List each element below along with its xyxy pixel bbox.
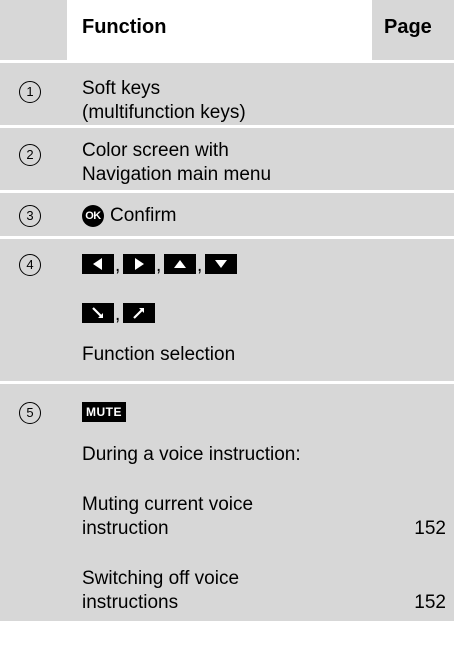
ok-button-icon: OK: [82, 205, 104, 227]
during-voice-instruction-label: During a voice instruction:: [82, 444, 301, 465]
number-1-badge: 1: [19, 81, 41, 103]
row-1-line-2: (multifunction keys): [82, 102, 246, 123]
row-divider: [0, 60, 454, 63]
row-2-line-1: Color screen with: [82, 140, 229, 161]
header-function: Function: [82, 16, 167, 38]
function-table: Function Page 1 Soft keys (multifunction…: [0, 0, 454, 657]
function-selection-label: Function selection: [82, 344, 236, 365]
row-divider: [0, 381, 454, 384]
row-2-line-2: Navigation main menu: [82, 164, 272, 185]
number-3-badge: 3: [19, 205, 41, 227]
arrow-diagonal-up-icon: [123, 303, 155, 323]
muting-page-number: 152: [414, 518, 446, 539]
mute-key-icon: MUTE: [82, 402, 126, 422]
switching-off-page-number: 152: [414, 592, 446, 613]
number-2-badge: 2: [19, 144, 41, 166]
switching-off-line-1: Switching off voice: [82, 568, 240, 589]
row-1-line-1: Soft keys: [82, 78, 161, 99]
row-divider: [0, 190, 454, 193]
muting-line-1: Muting current voice: [82, 494, 254, 515]
muting-line-2: instruction: [82, 518, 169, 539]
arrow-left-icon: [82, 254, 114, 274]
arrow-down-icon: [205, 254, 237, 274]
row-divider: [0, 125, 454, 128]
arrow-diagonal-down-icon: [82, 303, 114, 323]
number-4-badge: 4: [19, 254, 41, 276]
switching-off-line-2: instructions: [82, 592, 179, 613]
arrow-right-icon: [123, 254, 155, 274]
row-divider: [0, 236, 454, 239]
arrow-up-icon: [164, 254, 196, 274]
header-page: Page: [384, 16, 432, 38]
confirm-label: Confirm: [110, 205, 177, 226]
number-5-badge: 5: [19, 402, 41, 424]
